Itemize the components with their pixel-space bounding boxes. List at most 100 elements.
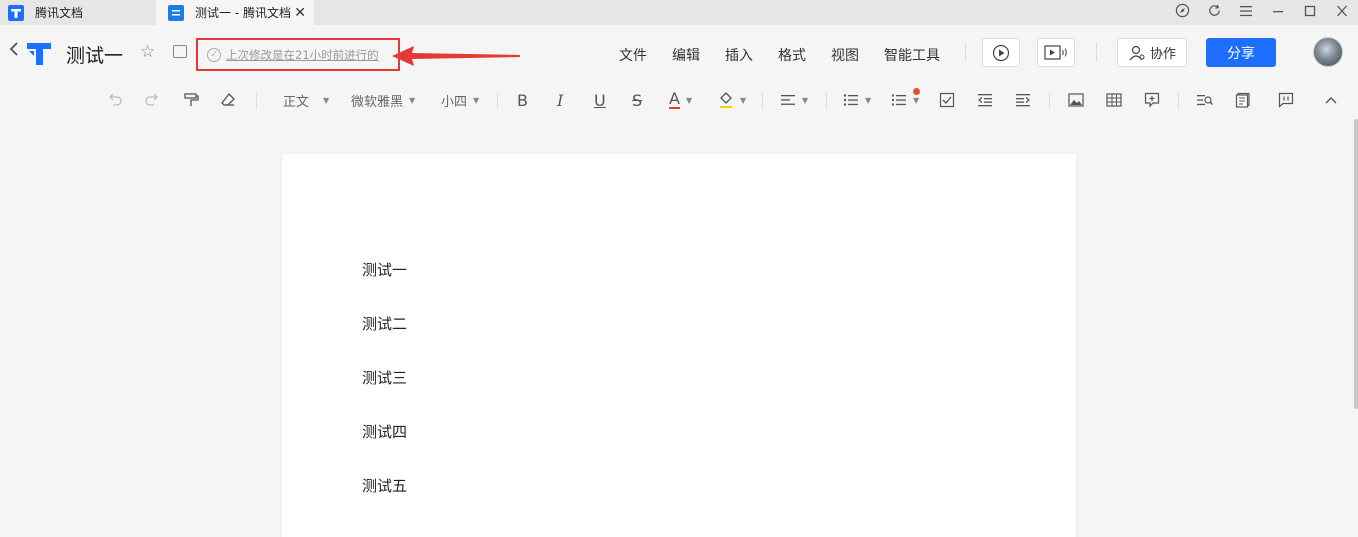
close-window-icon[interactable] <box>1326 5 1358 21</box>
compass-icon[interactable] <box>1166 3 1198 22</box>
divider <box>762 93 763 109</box>
font-color-button[interactable]: A ▼ <box>669 90 692 110</box>
window-controls <box>1166 0 1358 25</box>
annotation-arrow <box>392 45 522 71</box>
clear-format-icon[interactable] <box>220 90 236 110</box>
paragraph-style-value: 正文 <box>283 94 310 110</box>
star-icon[interactable]: ☆ <box>140 42 155 62</box>
undo-icon[interactable] <box>107 90 123 110</box>
chevron-down-icon: ▼ <box>685 95 693 105</box>
font-size-value: 小四 <box>441 94 468 110</box>
tab-label: 测试一 - 腾讯文档 <box>195 6 290 20</box>
bold-button[interactable]: B <box>517 90 528 110</box>
outdent-icon[interactable] <box>977 90 993 110</box>
divider <box>965 42 966 62</box>
chevron-down-icon: ▼ <box>802 95 809 105</box>
font-family-select[interactable]: 微软雅黑 ▼ <box>351 90 415 110</box>
font-color-icon: A <box>669 89 680 109</box>
bullet-list-icon <box>843 94 858 106</box>
paragraph[interactable]: 测试五 <box>362 475 407 496</box>
document-canvas: 测试一 测试二 测试三 测试四 测试五 <box>0 119 1358 537</box>
insert-comment-icon[interactable] <box>1144 90 1160 110</box>
present-button[interactable] <box>982 38 1020 67</box>
save-status[interactable]: ✓ 上次修改是在21小时前进行的 <box>196 38 400 71</box>
highlighter-icon <box>720 92 732 108</box>
divider <box>1096 42 1097 62</box>
numbered-list-icon <box>892 94 906 106</box>
divider <box>256 93 257 109</box>
format-toolbar: 正文 ▼ 微软雅黑 ▼ 小四 ▼ B I U S A ▼ ▼ ▼ ▼ ▼ <box>0 81 1358 119</box>
chevron-down-icon: ▼ <box>740 95 747 105</box>
move-to-folder-icon[interactable] <box>173 45 187 58</box>
align-left-icon <box>781 95 795 105</box>
user-icon <box>1129 45 1145 60</box>
chevron-down-icon: ▼ <box>409 95 416 105</box>
chevron-down-icon: ▼ <box>473 95 480 105</box>
refresh-icon[interactable] <box>1198 3 1230 22</box>
format-painter-icon[interactable] <box>183 90 199 110</box>
main-menu: 文件 编辑 插入 格式 视图 智能工具 <box>619 45 940 65</box>
document-header: 测试一 ☆ ✓ 上次修改是在21小时前进行的 文件 编辑 插入 格式 视图 智能… <box>0 25 1358 81</box>
insert-image-icon[interactable] <box>1068 90 1084 110</box>
underline-button[interactable]: U <box>594 90 606 110</box>
indent-icon[interactable] <box>1015 90 1031 110</box>
font-family-value: 微软雅黑 <box>351 94 404 110</box>
find-replace-icon[interactable] <box>1196 90 1214 110</box>
maximize-icon[interactable] <box>1294 5 1326 21</box>
minimize-icon[interactable] <box>1262 5 1294 21</box>
menu-file[interactable]: 文件 <box>619 45 647 65</box>
tab-bar: 腾讯文档 测试一 - 腾讯文档 ✕ <box>0 0 1358 25</box>
page-setup-icon[interactable] <box>1235 90 1251 110</box>
menu-view[interactable]: 视图 <box>831 45 859 65</box>
strikethrough-button[interactable]: S <box>632 90 642 110</box>
document-page[interactable]: 测试一 测试二 测试三 测试四 测试五 <box>282 154 1076 537</box>
paragraph-style-select[interactable]: 正文 ▼ <box>283 90 329 110</box>
tencent-docs-logo-icon[interactable] <box>25 39 53 67</box>
divider <box>1049 93 1050 109</box>
comments-panel-icon[interactable] <box>1278 90 1294 110</box>
paragraph[interactable]: 测试三 <box>362 367 407 388</box>
paragraph[interactable]: 测试二 <box>362 313 407 334</box>
menu-insert[interactable]: 插入 <box>725 45 753 65</box>
chevron-down-icon: ▼ <box>865 95 872 105</box>
font-size-select[interactable]: 小四 ▼ <box>441 90 479 110</box>
play-icon <box>992 44 1010 61</box>
back-chevron-icon[interactable] <box>9 41 19 62</box>
vertical-scrollbar[interactable] <box>1354 119 1358 409</box>
task-list-icon[interactable] <box>939 90 955 110</box>
tab-label: 腾讯文档 <box>35 6 84 20</box>
document-title[interactable]: 测试一 <box>66 41 123 68</box>
last-modified-text[interactable]: 上次修改是在21小时前进行的 <box>226 47 379 63</box>
screen-share-button[interactable] <box>1037 38 1075 67</box>
bullet-list-button[interactable]: ▼ <box>843 90 871 110</box>
collaborate-label: 协作 <box>1149 47 1176 62</box>
tencent-docs-logo-icon <box>8 4 24 21</box>
italic-button[interactable]: I <box>557 90 563 110</box>
align-button[interactable]: ▼ <box>780 90 808 110</box>
paragraph[interactable]: 测试四 <box>362 421 407 442</box>
divider <box>497 93 498 109</box>
screen-cast-icon <box>1044 44 1067 60</box>
divider <box>1178 93 1179 109</box>
redo-icon[interactable] <box>144 90 160 110</box>
tab-document[interactable]: 测试一 - 腾讯文档 ✕ <box>156 0 314 25</box>
share-button[interactable]: 分享 <box>1206 38 1276 67</box>
paragraph[interactable]: 测试一 <box>362 259 407 280</box>
chevron-down-icon: ▼ <box>323 95 330 105</box>
insert-table-icon[interactable] <box>1106 90 1122 110</box>
tab-home[interactable]: 腾讯文档 <box>0 0 156 25</box>
menu-icon[interactable] <box>1230 5 1262 21</box>
document-icon <box>168 4 184 21</box>
close-tab-icon[interactable]: ✕ <box>294 5 306 21</box>
menu-smart-tools[interactable]: 智能工具 <box>884 45 940 65</box>
avatar[interactable] <box>1313 37 1343 67</box>
new-feature-dot <box>913 88 920 95</box>
menu-format[interactable]: 格式 <box>778 45 806 65</box>
divider <box>826 93 827 109</box>
check-circle-icon: ✓ <box>207 47 221 62</box>
menu-edit[interactable]: 编辑 <box>672 45 700 65</box>
collapse-toolbar-icon[interactable] <box>1324 90 1338 110</box>
collaborate-button[interactable]: 协作 <box>1117 38 1187 67</box>
chevron-down-icon: ▼ <box>913 95 920 105</box>
highlight-button[interactable]: ▼ <box>718 90 746 110</box>
